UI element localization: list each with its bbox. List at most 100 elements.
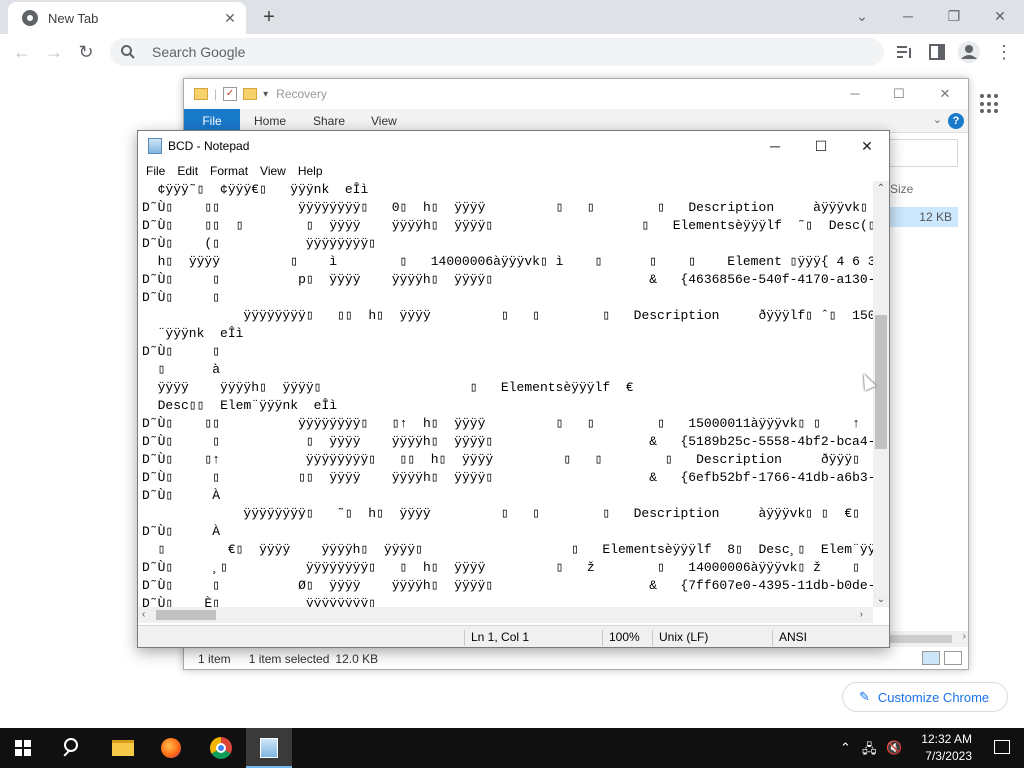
- notepad-window: BCD - Notepad ─ ☐ ✕ File Edit Format Vie…: [137, 130, 890, 648]
- folder-icon: [194, 88, 208, 100]
- reload-button[interactable]: ↻: [74, 40, 98, 64]
- notepad-text-line: ▯ €▯ ÿÿÿÿ ÿÿÿÿh▯ ÿÿÿÿ▯ ▯ Elementsèÿÿÿlf …: [142, 542, 873, 557]
- taskbar-firefox[interactable]: [148, 728, 194, 768]
- forward-button[interactable]: →: [42, 40, 66, 64]
- notification-center-icon[interactable]: [994, 740, 1010, 754]
- column-header-size[interactable]: Size: [890, 182, 913, 196]
- customize-chrome-label: Customize Chrome: [877, 689, 990, 705]
- notepad-text-line: D˜Ù▯ À: [142, 488, 221, 503]
- scroll-left-icon[interactable]: ‹: [142, 607, 145, 623]
- notepad-text-line: D˜Ù▯ ▯ ▯▯ ÿÿÿÿ ÿÿÿÿh▯ ÿÿÿÿ▯ & {6efb52bf-…: [142, 470, 873, 485]
- start-button[interactable]: [0, 728, 46, 768]
- volume-muted-icon[interactable]: 🔇: [886, 740, 902, 756]
- tab-title: New Tab: [48, 10, 99, 26]
- notepad-text-line: Desc▯▯ Elem¨ÿÿÿnk eÎì: [142, 398, 338, 413]
- menu-file[interactable]: File: [146, 164, 165, 178]
- chrome-menu-icon[interactable]: ⋮: [992, 40, 1016, 64]
- restore-button[interactable]: ❐: [936, 4, 972, 28]
- omnibox[interactable]: Search Google: [110, 38, 884, 66]
- notepad-vertical-scrollbar[interactable]: ⌃ ⌄: [873, 181, 889, 607]
- clock-time[interactable]: 12:32 AM: [921, 732, 972, 746]
- notepad-text-line: D˜Ù▯ È▯ ÿÿÿÿÿÿÿÿ▯: [142, 596, 377, 607]
- network-icon[interactable]: 🖧: [862, 740, 877, 762]
- minimize-button[interactable]: ─: [890, 4, 926, 28]
- status-line-ending: Unix (LF): [652, 630, 708, 646]
- customize-chrome-button[interactable]: ✎ Customize Chrome: [842, 682, 1008, 712]
- notepad-horizontal-scrollbar[interactable]: ‹ ›: [138, 607, 873, 623]
- notepad-statusbar: Ln 1, Col 1 100% Unix (LF) ANSI: [138, 625, 889, 647]
- notepad-text-line: D˜Ù▯ ▯: [142, 344, 221, 359]
- help-icon[interactable]: ?: [948, 113, 964, 129]
- tray-chevron-icon[interactable]: ⌃: [840, 740, 851, 756]
- scroll-up-icon[interactable]: ⌃: [873, 183, 889, 194]
- notepad-maximize-button[interactable]: ☐: [798, 133, 844, 159]
- notepad-text-line: D˜Ù▯ ▯ Ø▯ ÿÿÿÿ ÿÿÿÿh▯ ÿÿÿÿ▯ & {7ff607e0-…: [142, 578, 873, 593]
- taskbar-chrome[interactable]: [198, 728, 244, 768]
- close-button[interactable]: ✕: [982, 4, 1018, 28]
- notepad-vscroll-thumb[interactable]: [875, 315, 887, 449]
- notepad-text-line: D˜Ù▯ À: [142, 524, 221, 539]
- notepad-text-line: ▯ à: [142, 362, 221, 377]
- taskbar-file-explorer[interactable]: [100, 728, 146, 768]
- large-icons-view-icon[interactable]: [944, 651, 962, 665]
- explorer-maximize-button[interactable]: ☐: [884, 83, 914, 105]
- notepad-title: BCD - Notepad: [168, 139, 250, 153]
- ribbon-expand-chevron-icon[interactable]: ⌄: [933, 113, 942, 126]
- chrome-tab-strip: New Tab ✕ + ⌄ ─ ❐ ✕: [0, 0, 1024, 34]
- notepad-text-line: h▯ ÿÿÿÿ ▯ ì ▯ 14000006àÿÿÿvk▯ ì ▯ ▯ ▯ El…: [142, 254, 873, 269]
- details-view-icon[interactable]: [922, 651, 940, 665]
- notepad-minimize-button[interactable]: ─: [752, 133, 798, 159]
- taskbar-notepad[interactable]: [246, 728, 292, 768]
- notepad-text-line: D˜Ù▯ ▯▯ ▯ ▯ ÿÿÿÿ ÿÿÿÿh▯ ÿÿÿÿ▯ ▯ Elements…: [142, 218, 873, 233]
- qat-dropdown-icon[interactable]: ▾: [263, 89, 268, 100]
- status-item-count: 1 item: [198, 652, 231, 666]
- new-tab-button[interactable]: +: [256, 5, 282, 29]
- qat-divider: |: [214, 87, 218, 101]
- notepad-app-icon: [148, 138, 162, 154]
- profile-avatar-icon[interactable]: [958, 41, 980, 63]
- notepad-titlebar[interactable]: BCD - Notepad ─ ☐ ✕: [138, 131, 889, 161]
- menu-edit[interactable]: Edit: [177, 164, 198, 178]
- explorer-minimize-button[interactable]: ─: [840, 83, 870, 105]
- firefox-icon: [161, 738, 181, 758]
- menu-format[interactable]: Format: [210, 164, 248, 178]
- clock-date[interactable]: 7/3/2023: [925, 749, 972, 763]
- notepad-text-line: D˜Ù▯ ▯↑ ÿÿÿÿÿÿÿÿ▯ ▯▯ h▯ ÿÿÿÿ ▯ ▯ ▯ Descr…: [142, 452, 860, 467]
- notepad-text-line: ¢ÿÿÿ˜▯ ¢ÿÿÿ€▯ ÿÿÿnk eÎì: [142, 182, 369, 197]
- explorer-close-button[interactable]: ✕: [930, 83, 960, 105]
- menu-help[interactable]: Help: [298, 164, 323, 178]
- back-button[interactable]: ←: [10, 40, 34, 64]
- notepad-hscroll-thumb[interactable]: [156, 610, 216, 620]
- notepad-text-line: ÿÿÿÿÿÿÿÿ▯ ˜▯ h▯ ÿÿÿÿ ▯ ▯ ▯ Description à…: [142, 506, 873, 521]
- tab-new-tab[interactable]: New Tab ✕: [8, 2, 246, 34]
- side-panel-icon[interactable]: [929, 44, 945, 60]
- notepad-close-button[interactable]: ✕: [844, 133, 890, 159]
- notepad-text-line: ¨ÿÿÿnk eÎì: [142, 326, 244, 341]
- search-icon: [64, 738, 78, 752]
- scroll-down-icon[interactable]: ⌄: [873, 594, 889, 605]
- scroll-right-icon[interactable]: ›: [963, 631, 966, 642]
- scroll-right-icon[interactable]: ›: [860, 607, 863, 623]
- explorer-title: Recovery: [276, 87, 327, 101]
- properties-check-icon[interactable]: ✓: [223, 87, 238, 101]
- notepad-text-line: D˜Ù▯ ▯: [142, 290, 221, 305]
- menu-view[interactable]: View: [260, 164, 286, 178]
- windows-logo-icon: [15, 740, 31, 756]
- notepad-menubar: File Edit Format View Help: [138, 161, 889, 181]
- status-cursor-position: Ln 1, Col 1: [464, 630, 529, 646]
- omnibox-placeholder: Search Google: [152, 44, 246, 60]
- explorer-statusbar: 1 item 1 item selected 12.0 KB: [184, 649, 968, 669]
- file-row-selected[interactable]: 12 KB: [888, 207, 958, 227]
- notepad-text-line: ÿÿÿÿÿÿÿÿ▯ ▯▯ h▯ ÿÿÿÿ ▯ ▯ ▯ Description ð…: [142, 308, 873, 323]
- explorer-horizontal-scrollbar[interactable]: ›: [888, 631, 968, 647]
- new-folder-icon[interactable]: [243, 88, 258, 100]
- status-selected: 1 item selected: [248, 652, 330, 666]
- apps-grid-icon[interactable]: [980, 94, 1000, 114]
- tab-close-icon[interactable]: ✕: [220, 8, 240, 28]
- taskbar-search-button[interactable]: [50, 728, 96, 768]
- explorer-scroll-thumb[interactable]: [888, 635, 952, 643]
- explorer-search-box[interactable]: [888, 139, 958, 167]
- tab-search-dropdown-icon[interactable]: ⌄: [844, 4, 880, 28]
- media-controls-icon[interactable]: [896, 44, 914, 60]
- notepad-text-area[interactable]: ¢ÿÿÿ˜▯ ¢ÿÿÿ€▯ ÿÿÿnk eÎì D˜Ù▯ ▯▯ ÿÿÿÿÿÿÿÿ▯…: [142, 181, 873, 607]
